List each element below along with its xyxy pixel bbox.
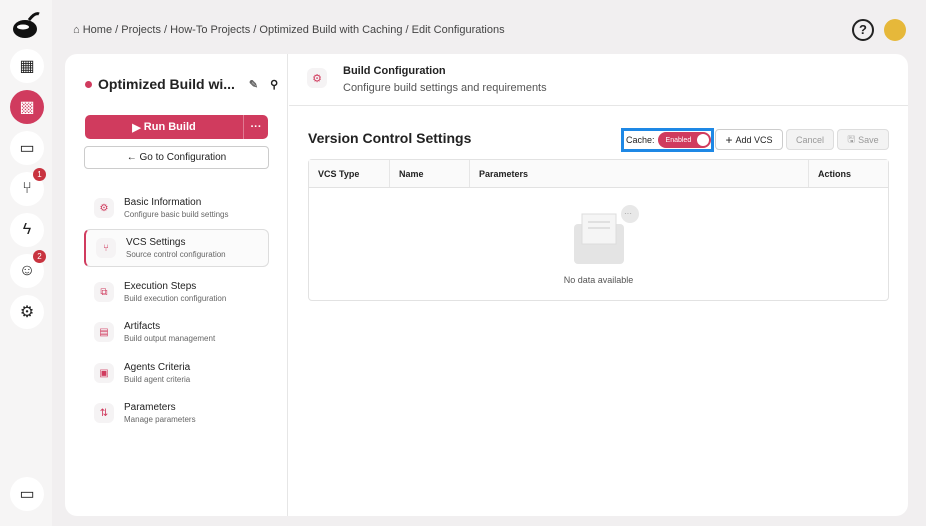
run-options-button[interactable]: ··· (243, 115, 268, 139)
cancel-button[interactable]: Cancel (786, 129, 834, 150)
users-nav-button[interactable]: ☺ 2 (10, 250, 46, 288)
play-icon: ▶ (132, 121, 144, 134)
monitor-icon: ▭ (19, 140, 35, 157)
go-to-configuration-button[interactable]: ← Go to Configuration (84, 146, 269, 169)
save-button[interactable]: 🖫 Save (837, 129, 889, 150)
dashboard-nav-button[interactable]: ▦ (10, 49, 44, 83)
user-gear-icon: ☺ (18, 262, 36, 279)
breadcrumb-how-to[interactable]: How-To Projects (170, 24, 250, 36)
col-actions: Actions (818, 168, 852, 179)
svg-text:···: ··· (624, 209, 632, 218)
layout-icon: ▦ (19, 58, 35, 75)
breadcrumb-projects[interactable]: Projects (121, 24, 161, 36)
branch-icon: ⑂ (22, 180, 32, 197)
avatar[interactable] (884, 19, 906, 41)
page-subtitle: Configure build settings and requirement… (343, 82, 547, 94)
grid-icon: ▩ (19, 99, 35, 116)
cache-toggle-group: Cache: Enabled (621, 128, 714, 152)
col-parameters: Parameters (470, 160, 809, 187)
nav-item-artifacts[interactable]: ▤ Artifacts Build output management (84, 313, 269, 351)
nav-item-title: Parameters (124, 402, 176, 413)
vcs-nav-button[interactable]: ⑂ 1 (10, 168, 46, 206)
plus-icon: + (725, 132, 733, 147)
col-name: Name (390, 160, 470, 187)
nav-item-title: VCS Settings (126, 237, 186, 248)
settings-nav-button[interactable]: ⚙ (10, 295, 44, 329)
save-label: Save (858, 134, 879, 145)
nav-item-basic-information[interactable]: ⚙ Basic Information Configure basic build … (84, 189, 269, 227)
nav-item-subtitle: Build output management (124, 334, 216, 343)
save-icon: 🖫 (847, 133, 856, 144)
lightning-icon: ϟ (22, 221, 32, 238)
triggers-nav-button[interactable]: ϟ (10, 213, 44, 247)
nav-icon: ⑂ (96, 238, 116, 258)
pin-icon[interactable]: ⚲ (270, 78, 278, 91)
breadcrumb: ⌂ Home / Projects / How-To Projects / Op… (73, 24, 505, 36)
nav-icon: ⧉ (94, 282, 114, 302)
notification-badge: 2 (33, 250, 46, 263)
nav-item-subtitle: Build execution configuration (124, 294, 227, 303)
cache-toggle[interactable]: Enabled (657, 132, 711, 148)
cache-label: Cache: (626, 135, 655, 145)
nav-item-execution-steps[interactable]: ⧉ Execution Steps Build execution configur… (84, 273, 269, 311)
collapse-sidebar-button[interactable]: ▭ (10, 477, 44, 511)
notification-badge: 1 (33, 168, 46, 181)
logo-icon (13, 12, 40, 38)
add-vcs-button[interactable]: + Add VCS (715, 129, 783, 150)
nav-item-subtitle: Source control configuration (126, 250, 226, 259)
sidebar-rail: ▦ ▩ ▭ ⑂ 1 ϟ ☺ 2 ⚙ ▭ (0, 0, 52, 526)
nav-icon: ▣ (94, 363, 114, 383)
nav-item-title: Agents Criteria (124, 362, 191, 373)
nav-item-vcs-settings[interactable]: ⑂ VCS Settings Source control configuratio… (84, 229, 269, 267)
run-build-label: Run Build (143, 121, 196, 133)
breadcrumb-project[interactable]: Optimized Build with Caching (259, 24, 402, 36)
section-title: Version Control Settings (308, 130, 472, 146)
nav-item-subtitle: Configure basic build settings (124, 210, 229, 219)
empty-message: No data available (563, 275, 634, 285)
gear-icon: ⚙ (307, 68, 327, 88)
empty-inbox-icon: ··· (574, 205, 639, 264)
status-dot (85, 80, 92, 88)
nav-icon: ⚙ (94, 198, 114, 218)
gear-icon: ⚙ (19, 304, 35, 321)
nav-item-title: Execution Steps (124, 281, 197, 292)
projects-nav-button[interactable]: ▩ (10, 90, 44, 124)
nav-icon: ▤ (94, 322, 114, 342)
project-title: Optimized Build wi... (98, 76, 235, 92)
breadcrumb-current: Edit Configurations (411, 24, 505, 36)
cache-state: Enabled (665, 136, 692, 144)
nav-item-title: Basic Information (124, 197, 202, 208)
nav-item-subtitle: Manage parameters (124, 415, 196, 424)
add-vcs-label: Add VCS (735, 134, 773, 145)
config-sidebar: Optimized Build wi... ✎ ⚲ ▶ Run Build ··· ←… (65, 54, 288, 516)
nav-item-parameters[interactable]: ⇅ Parameters Manage parameters (84, 394, 269, 432)
home-icon: ⌂ (73, 24, 80, 36)
run-build-button[interactable]: ▶ Run Build ··· (85, 115, 268, 139)
vcs-table: VCS Type Name Parameters Actions ··· No … (308, 159, 889, 301)
col-vcs-type: VCS Type (309, 160, 390, 187)
nav-item-subtitle: Build agent criteria (124, 375, 191, 384)
nav-item-title: Artifacts (124, 321, 161, 332)
main-card: Optimized Build wi... ✎ ⚲ ▶ Run Build ··· ←… (65, 54, 908, 516)
help-icon[interactable]: ? (852, 19, 874, 41)
monitor-nav-button[interactable]: ▭ (10, 131, 44, 165)
nav-item-agents-criteria[interactable]: ▣ Agents Criteria Build agent criteria (84, 354, 269, 392)
breadcrumb-home[interactable]: Home (83, 24, 112, 36)
sidebar-icon: ▭ (19, 486, 35, 503)
nav-icon: ⇅ (94, 403, 114, 423)
page-header: ⚙ Build Configuration Configure build se… (289, 54, 908, 106)
page-title: Build Configuration (343, 65, 446, 77)
edit-icon[interactable]: ✎ (249, 78, 258, 91)
